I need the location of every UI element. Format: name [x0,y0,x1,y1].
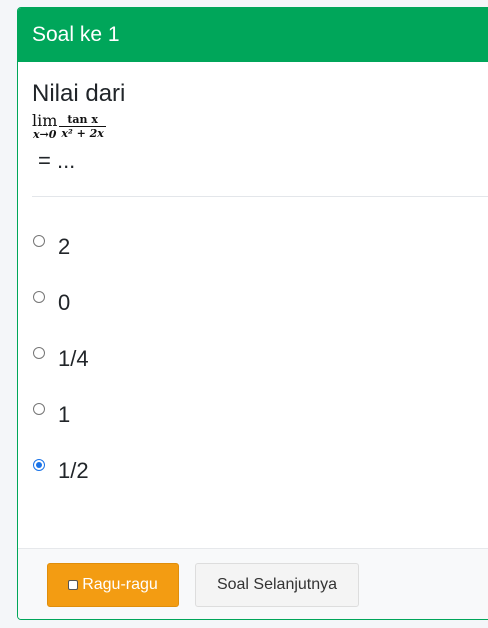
question-text: Nilai dari [32,80,126,107]
answer-option-d[interactable]: 1 [32,387,482,443]
equals-ellipsis: = ... [38,148,76,173]
question-body: Nilai dari lim x→0 tan x x² + 2x = ... 2… [18,62,488,499]
lim-subscript: x→0 [32,128,57,141]
option-label[interactable]: 2 [58,234,70,260]
answer-option-a[interactable]: 2 [32,219,482,275]
option-label[interactable]: 1/4 [58,346,89,372]
divider [32,196,488,197]
fraction: tan x x² + 2x [59,113,106,141]
answer-option-c[interactable]: 1/4 [32,331,482,387]
checkbox-icon[interactable] [68,580,79,590]
ragu-ragu-button[interactable]: Ragu-ragu [47,563,179,607]
limit-operator: lim x→0 [32,113,57,141]
next-question-button[interactable]: Soal Selanjutnya [195,563,359,607]
radio-button[interactable] [33,291,45,303]
option-label[interactable]: 0 [58,290,70,316]
question-number-title: Soal ke 1 [32,23,120,46]
card-header: Soal ke 1 [18,8,488,62]
radio-button[interactable] [33,347,45,359]
answer-options: 2 0 1/4 1 1/2 [32,219,482,499]
answer-option-b[interactable]: 0 [32,275,482,331]
radio-button[interactable] [33,235,45,247]
question-card: Soal ke 1 Nilai dari lim x→0 tan x x² + … [17,7,488,620]
limit-expression: lim x→0 tan x x² + 2x [32,110,482,144]
ragu-ragu-label: Ragu-ragu [82,576,158,593]
card-footer: Ragu-ragu Soal Selanjutnya [18,548,488,619]
fraction-denominator: x² + 2x [61,127,104,140]
answer-option-e[interactable]: 1/2 [32,443,482,499]
radio-button-selected[interactable] [33,459,45,471]
next-question-label: Soal Selanjutnya [216,576,338,593]
fraction-numerator: tan x [67,113,98,126]
option-label[interactable]: 1 [58,402,70,428]
lim-word: lim [32,111,58,130]
option-label[interactable]: 1/2 [58,458,89,484]
radio-button[interactable] [33,403,45,415]
